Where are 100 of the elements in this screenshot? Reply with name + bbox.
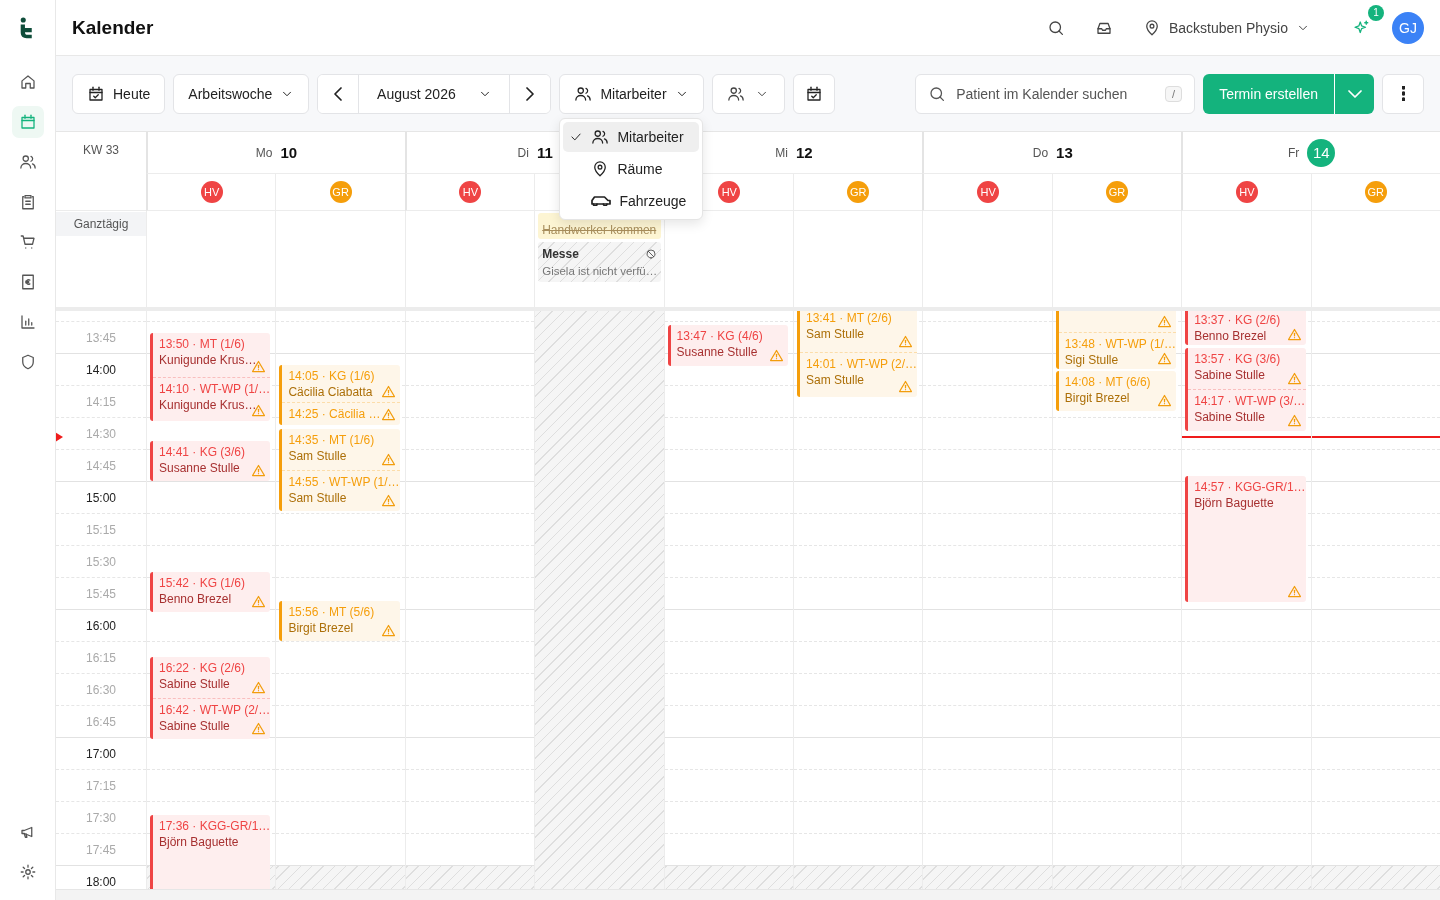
therapist-avatar[interactable]: HV [977, 181, 1000, 203]
time-label: 14:30 [86, 426, 116, 441]
appointment-card[interactable]: 14:57 · KGG-GR/1… Björn Baguette [1185, 476, 1306, 602]
today-button[interactable]: Heute [72, 73, 166, 114]
more-icon [1401, 86, 1405, 101]
patient-name: Sabine Stulle [1194, 367, 1266, 383]
location-selector[interactable]: Backstuben Physio [1134, 10, 1318, 45]
absence-event[interactable]: Messe Gisela ist nicht verfü… [538, 242, 661, 282]
appointment-time: 15:42 · KG (1/6) [159, 575, 247, 591]
horizontal-scrollbar[interactable] [56, 889, 1440, 900]
search-icon [928, 84, 947, 103]
time-label: 14:15 [86, 394, 116, 409]
appointment-card[interactable]: 13:48 · WT-WP (1/… Sigi Stulle [1055, 311, 1177, 369]
menu-item[interactable]: Räume [563, 153, 700, 184]
appointment-time: 13:37 · KG (2/6) [1194, 312, 1282, 328]
patient-name: Sam Stulle [288, 448, 348, 464]
date-picker-button[interactable] [792, 73, 835, 114]
patient-name: Sigi Stulle [1064, 352, 1120, 368]
calendar-check-icon [87, 84, 105, 103]
appointment-time: 15:56 · MT (5/6) [288, 604, 376, 620]
shortcut-key: / [1165, 85, 1183, 102]
appointment-card[interactable]: 14:05 · KG (1/6) Cäcilia Ciabatta 14:25 · Cäcilia … [279, 365, 400, 425]
time-label: 14:00 [86, 362, 116, 377]
therapist-avatar[interactable]: HV [200, 181, 223, 203]
view-range-dropdown[interactable]: Arbeitswoche [173, 73, 310, 114]
appointment-time: 16:22 · KG (2/6) [159, 660, 247, 676]
patient-name: Kunigunde Krus… [159, 396, 258, 413]
page-title: Kalender [72, 16, 154, 39]
patient-name: Björn Baguette [159, 834, 240, 850]
patient-name: Birgit Brezel [288, 620, 355, 636]
all-day-label: Ganztägig [56, 212, 146, 236]
settings-icon [18, 863, 37, 881]
appointment-card[interactable]: 17:36 · KGG-GR/1… Björn Baguette [150, 815, 271, 889]
weekday-label: Mo [255, 145, 273, 160]
appointment-time: 13:50 · MT (1/6) [159, 336, 246, 352]
appointment-card[interactable]: 13:47 · KG (4/6) Susanne Stulle [667, 325, 788, 366]
time-label: 18:00 [86, 874, 116, 889]
users-icon [591, 127, 610, 146]
patient-name: Cäcilia Ciabatta [288, 384, 374, 400]
month-picker[interactable]: August 2026 [358, 74, 511, 113]
user-avatar[interactable]: GJ [1392, 11, 1424, 44]
appointment-card[interactable]: 15:56 · MT (5/6) Birgit Brezel [279, 601, 400, 641]
appointment-card[interactable]: 14:08 · MT (6/6) Birgit Brezel [1055, 371, 1177, 411]
create-options-button[interactable] [1334, 73, 1374, 114]
users-icon [18, 153, 37, 171]
appointment-time: 13:57 · KG (3/6) [1194, 351, 1282, 367]
appointment-card[interactable]: 14:35 · MT (1/6) Sam Stulle 14:55 · WT-WP (1/… Sam Stulle [279, 429, 400, 511]
time-label: 16:45 [86, 714, 116, 729]
search-field[interactable]: Patient im Kalender suchen / [915, 73, 1196, 114]
appointment-card[interactable]: 15:42 · KG (1/6) Benno Brezel [150, 572, 271, 612]
day-number: 10 [280, 144, 298, 161]
day-number: 12 [796, 144, 813, 161]
weekday-label: Fr [1287, 145, 1300, 160]
appointment-card[interactable]: 13:41 · MT (2/6) Sam Stulle 14:01 · WT-WP (2/… Sam Stulle [797, 311, 918, 397]
calendar-check-icon [804, 84, 823, 103]
appointment-time: 13:47 · KG (4/6) [676, 328, 764, 344]
therapist-avatar[interactable]: HV [459, 181, 482, 203]
therapist-avatar[interactable]: HV [718, 181, 741, 203]
day-number: 11 [536, 144, 553, 161]
appointment-card[interactable]: 13:57 · KG (3/6) Sabine Stulle 14:17 · WT-WP (3/… Sabine Stulle [1185, 348, 1306, 431]
patient-name: Kunigunde Krus… [159, 352, 258, 368]
patient-name: Sabine Stulle [1194, 409, 1266, 425]
weekday-label: Di [517, 145, 529, 160]
event-title: Handwerker kommen [542, 223, 657, 237]
menu-item[interactable]: Mitarbeiter [563, 121, 700, 152]
appointment-time: 14:08 · MT (6/6) [1064, 374, 1152, 390]
search-input[interactable]: Patient im Kalender suchen [954, 84, 1158, 103]
appointment-card[interactable]: 13:37 · KG (2/6) Benno Brezel [1185, 311, 1306, 345]
time-label: 16:30 [86, 682, 116, 697]
menu-item[interactable]: Fahrzeuge [563, 185, 700, 216]
chevron-left-icon [334, 86, 343, 101]
appointment-time: 13:41 · MT (2/6) [806, 311, 893, 326]
users-icon [727, 84, 746, 103]
more-button[interactable] [1382, 73, 1424, 114]
create-appointment-button[interactable]: Termin erstellen [1203, 73, 1334, 114]
appointment-card[interactable]: 14:41 · KG (3/6) Susanne Stulle [150, 441, 271, 481]
current-time-marker [56, 432, 63, 442]
time-label: 15:15 [86, 522, 116, 537]
patient-name: Sabine Stulle [159, 676, 231, 692]
appointment-card[interactable]: 16:22 · KG (2/6) Sabine Stulle 16:42 · WT-WP (2/… Sabine Stulle [150, 657, 271, 739]
resource-dropdown[interactable]: Mitarbeiter [559, 73, 704, 114]
home-icon [18, 73, 37, 91]
patient-name: Sam Stulle [806, 326, 865, 342]
patient-name: Susanne Stulle [159, 460, 241, 476]
people-filter-button[interactable] [711, 73, 785, 114]
therapist-avatar[interactable]: HV [1235, 181, 1258, 203]
time-label: 15:30 [86, 554, 116, 569]
time-label: 14:45 [86, 458, 116, 473]
time-label: 16:15 [86, 650, 116, 665]
calendar-icon [18, 113, 37, 131]
event-detail: Gisela ist nicht verfü… [542, 265, 657, 277]
event-title: Messe [542, 247, 579, 261]
patient-name: Sam Stulle [288, 489, 348, 506]
time-label: 17:15 [86, 778, 116, 793]
time-label: 17:30 [86, 810, 116, 825]
patient-name: Sabine Stulle [159, 717, 231, 734]
appointment-card[interactable]: 13:50 · MT (1/6) Kunigunde Krus… 14:10 · WT-WP (1/… Kunigunde Krus… [150, 333, 271, 421]
patient-name: Benno Brezel [159, 591, 233, 607]
search-icon [1046, 18, 1065, 37]
patient-name: Birgit Brezel [1064, 390, 1131, 406]
